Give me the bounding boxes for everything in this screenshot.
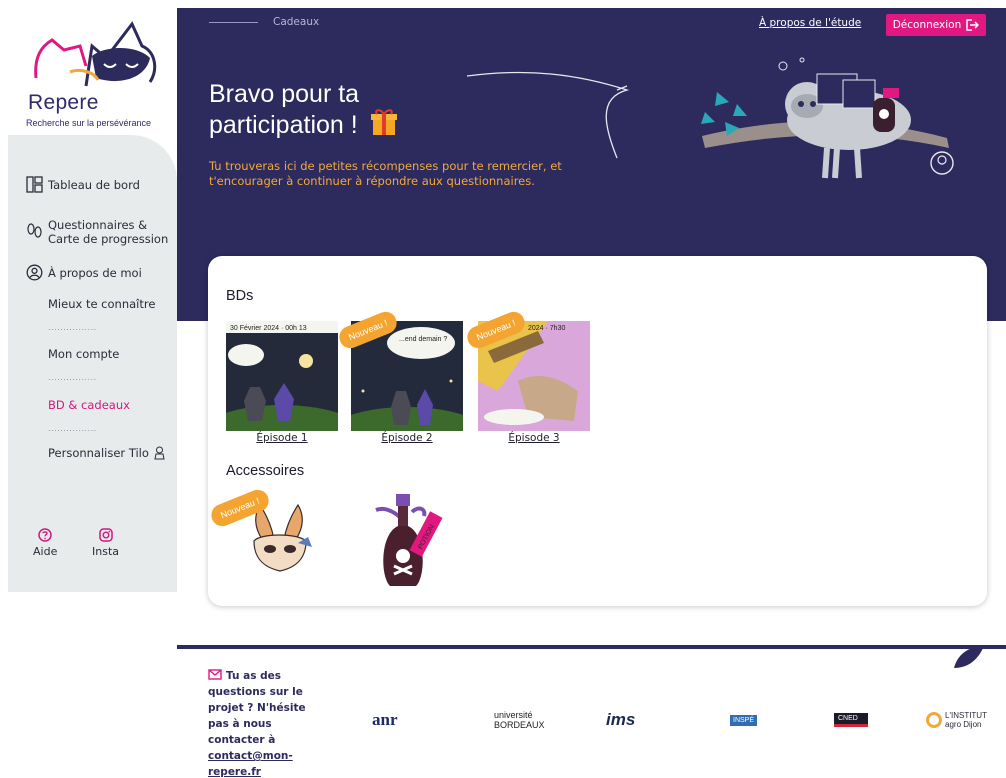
contact-email-link[interactable]: contact@mon-repere.fr	[208, 750, 293, 778]
brand-tagline: Recherche sur la persévérance	[26, 118, 152, 128]
partner-bordeaux: université BORDEAUX	[494, 710, 545, 730]
partner-logo-bordeaux[interactable]: université BORDEAUX	[494, 705, 556, 735]
sidebar-subitem-account[interactable]: Mon compte	[48, 347, 119, 361]
divider: ................	[48, 373, 97, 382]
instagram-label: Insta	[92, 545, 120, 558]
footer-divider	[177, 645, 1006, 649]
comic-caption: 2024 · 7h30	[528, 325, 565, 332]
sidebar-item-label-2: Carte de progression	[48, 232, 169, 246]
sidebar-item-about-me[interactable]: À propos de moi	[26, 264, 142, 281]
divider: ................	[48, 424, 97, 433]
brand-name: Repere	[28, 91, 99, 114]
help-label: Aide	[33, 545, 58, 558]
partner-agro: L'INSTITUT agro Dijon	[945, 711, 987, 729]
sidebar-subitem-bd-gifts[interactable]: BD & cadeaux	[48, 398, 130, 412]
episode-1-thumbnail[interactable]: 30 Février 2024 · 00h 13	[226, 321, 338, 431]
accessories-section-title: Accessoires	[226, 463, 305, 479]
comic-caption: 30 Février 2024 · 00h 13	[230, 325, 307, 332]
episode-1-link[interactable]: Épisode 1	[226, 432, 338, 444]
sidebar-subitem-customize-tilo[interactable]: Personnaliser Tilo	[48, 446, 166, 460]
partner-logo-anr[interactable]: anr	[372, 705, 398, 735]
bd-section-title: BDs	[226, 288, 254, 304]
partner-anr: anr	[372, 710, 398, 729]
divider: ................	[48, 323, 97, 332]
episode-3-link[interactable]: Épisode 3	[478, 432, 590, 444]
potion-accessory[interactable]: POTION	[368, 492, 448, 592]
repere-logo[interactable]: Repere Recherche sur la persévérance	[24, 16, 164, 128]
rewards-card: BDs 30 Février 2024 · 00h 13 Épisode 1 .…	[208, 256, 987, 606]
user-circle-icon	[26, 264, 43, 281]
partner-logo-cned[interactable]: CNED	[834, 705, 868, 735]
sidebar-item-label: Personnaliser Tilo	[48, 446, 149, 460]
sidebar-item-dashboard[interactable]: Tableau de bord	[26, 176, 140, 193]
sidebar-item-questionnaires[interactable]: Questionnaires & Carte de progression	[26, 218, 168, 246]
sidebar-item-label: À propos de moi	[48, 266, 142, 280]
contact-text: Tu as des questions sur le projet ? N'hé…	[208, 670, 306, 746]
agro-logo-icon	[926, 712, 942, 728]
partner-cned: CNED	[834, 713, 868, 727]
comic-image: 30 Février 2024 · 00h 13	[226, 321, 338, 431]
sidebar-panel	[8, 135, 177, 592]
sidebar-subitem-know-you[interactable]: Mieux te connaître	[48, 297, 155, 311]
comic-caption: ...end demain ?	[399, 336, 447, 343]
leaf-icon	[954, 646, 984, 668]
partner-ims: ims	[606, 710, 636, 729]
potion-icon: POTION	[375, 494, 443, 586]
cat-logo-icon	[34, 21, 157, 87]
help-icon	[38, 528, 52, 542]
sidebar-item-label: Tableau de bord	[48, 178, 140, 192]
partner-inspe: INSPÉ	[730, 714, 758, 726]
instagram-link[interactable]: Insta	[92, 528, 119, 558]
dashboard-icon	[26, 176, 43, 193]
tilo-icon	[154, 446, 165, 460]
sidebar-item-label: Questionnaires &	[48, 218, 148, 232]
footsteps-icon	[27, 223, 42, 238]
contact-block: Tu as des questions sur le projet ? N'hé…	[208, 668, 320, 778]
episode-2-link[interactable]: Épisode 2	[351, 432, 463, 444]
mail-icon	[208, 669, 222, 680]
partner-logo-agro[interactable]: L'INSTITUT agro Dijon	[926, 705, 991, 735]
instagram-icon	[98, 528, 113, 542]
partner-logo-ims[interactable]: ims	[606, 705, 635, 735]
sidebar: Repere Recherche sur la persévérance Tab…	[0, 0, 177, 778]
help-link[interactable]: Aide	[33, 528, 57, 558]
partner-logo-inspe[interactable]: INSPÉ	[730, 705, 758, 735]
